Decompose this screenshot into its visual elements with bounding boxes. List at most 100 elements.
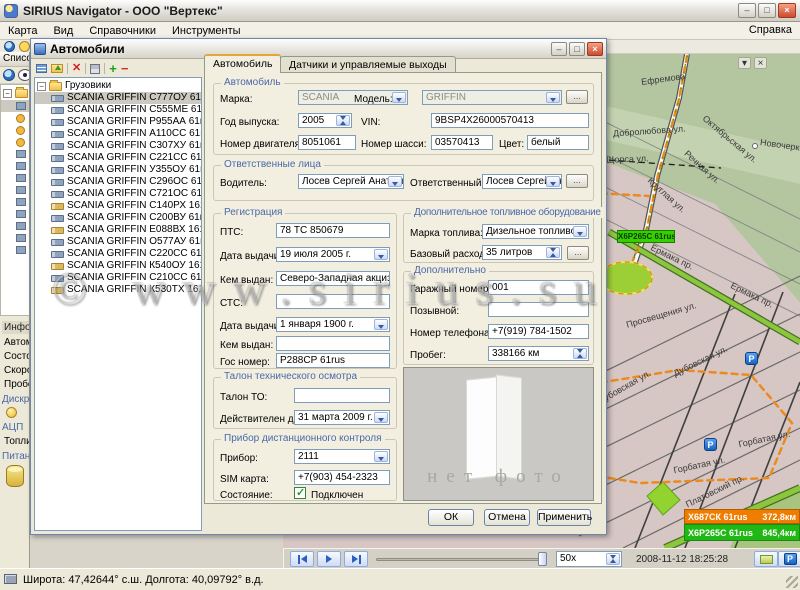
vehicle-map-label[interactable]: Х6Р265С 61rus: [617, 230, 675, 243]
menu-item-help[interactable]: Справка: [749, 24, 792, 36]
tree-item[interactable]: SCANIA GRIFFIN С200ВУ 61rus: [35, 212, 201, 224]
spinner-arrows-icon[interactable]: [606, 553, 620, 565]
tree-item[interactable]: SCANIA GRIFFIN С296ОС 61rus: [35, 176, 201, 188]
tree-item[interactable]: SCANIA GRIFFIN А110СС 61rus: [35, 128, 201, 140]
apply-button[interactable]: Применить: [537, 509, 591, 526]
close-icon[interactable]: ×: [587, 42, 603, 56]
chevron-down-icon[interactable]: [374, 451, 388, 462]
callsign-field[interactable]: [488, 302, 589, 317]
tree-item-stub[interactable]: [1, 136, 30, 148]
ok-button[interactable]: ОК: [428, 509, 474, 526]
expander-icon[interactable]: −: [37, 82, 46, 91]
menu-item[interactable]: Справочники: [81, 23, 164, 39]
valid-until-select[interactable]: 31 марта 2009 г.: [294, 410, 390, 425]
phone-field[interactable]: +7(919) 784-1502: [488, 324, 589, 339]
model-select[interactable]: GRIFFIN: [422, 90, 562, 105]
chevron-down-icon[interactable]: [546, 176, 560, 187]
tree-item[interactable]: SCANIA GRIFFIN С210СС 61rus: [35, 272, 201, 284]
spinner-arrows-icon[interactable]: [336, 115, 350, 126]
tree-item-stub[interactable]: [1, 112, 30, 124]
add-group-icon[interactable]: [51, 64, 63, 73]
chassis-field[interactable]: 03570413: [431, 135, 493, 150]
maximize-icon[interactable]: □: [758, 3, 776, 18]
tree-item-stub[interactable]: [1, 196, 30, 208]
issue-date-select[interactable]: 19 июля 2005 г.: [276, 247, 390, 262]
plate-field[interactable]: Р288СР 61rus: [276, 353, 390, 368]
chevron-down-icon[interactable]: [388, 176, 402, 187]
responsible-select[interactable]: Лосев Сергей Анатоль: [482, 174, 562, 189]
chevron-down-icon[interactable]: [374, 319, 388, 330]
fuel-brand-select[interactable]: Дизельное топливо: [482, 224, 589, 239]
device-select[interactable]: 2111: [294, 449, 390, 464]
tree-item-stub[interactable]: [1, 184, 30, 196]
tree-root-row[interactable]: − Грузовики: [35, 80, 201, 92]
tree-item-stub[interactable]: [1, 172, 30, 184]
mileage-stepper[interactable]: 338166 км: [488, 346, 589, 361]
timeline-slider[interactable]: [376, 558, 544, 561]
cancel-button[interactable]: Отмена: [484, 509, 530, 526]
tree-item[interactable]: SCANIA GRIFFIN С307ХУ 61rus: [35, 140, 201, 152]
sim-field[interactable]: +7(903) 454-2323: [294, 470, 390, 485]
map-close-button[interactable]: ×: [754, 57, 767, 69]
parking-icon[interactable]: P: [704, 438, 717, 451]
tree-item[interactable]: SCANIA GRIFFIN С721ОС 61rus: [35, 188, 201, 200]
issue-date2-select[interactable]: 1 января 1900 г.: [276, 317, 390, 332]
tree-item-stub[interactable]: [1, 220, 30, 232]
skip-end-button[interactable]: [344, 551, 368, 567]
minimize-icon[interactable]: –: [551, 42, 567, 56]
tree-item[interactable]: SCANIA GRIFFIN К540ОУ 161rus: [35, 260, 201, 272]
spinner-arrows-icon[interactable]: [573, 348, 587, 359]
chevron-down-icon[interactable]: [546, 92, 560, 103]
expander-icon[interactable]: −: [3, 89, 12, 98]
tree-item[interactable]: SCANIA GRIFFIN Е088ВХ 161rus: [35, 224, 201, 236]
menu-item[interactable]: Вид: [45, 23, 81, 39]
tree-item[interactable]: SCANIA GRIFFIN Р955АА 61rus: [35, 116, 201, 128]
driver-select[interactable]: Лосев Сергей Анатоль: [298, 174, 404, 189]
menu-item[interactable]: Карта: [0, 23, 45, 39]
tree-item-stub[interactable]: [1, 100, 30, 112]
globe-icon[interactable]: [4, 41, 15, 52]
tree-item-stub[interactable]: [1, 208, 30, 220]
sidebar-tree[interactable]: − Грузовики: [0, 84, 30, 316]
garage-field[interactable]: 001: [488, 280, 589, 295]
close-icon[interactable]: ×: [778, 3, 796, 18]
resize-grip[interactable]: [786, 576, 798, 588]
speed-stepper[interactable]: 50x: [556, 551, 622, 567]
ticket-field[interactable]: [294, 388, 390, 403]
vehicle-photo-button[interactable]: [754, 551, 778, 567]
tree-item[interactable]: SCANIA GRIFFIN К530ТХ 161rus: [35, 284, 201, 296]
chevron-down-icon[interactable]: [392, 92, 406, 103]
save-icon[interactable]: [90, 64, 100, 74]
issuer2-field[interactable]: [276, 336, 390, 351]
color-field[interactable]: белый: [527, 135, 589, 150]
sts-field[interactable]: [276, 294, 390, 309]
tree-item[interactable]: SCANIA GRIFFIN С777ОУ 61rus: [35, 92, 201, 104]
spinner-arrows-icon[interactable]: [546, 247, 560, 258]
menu-item[interactable]: Инструменты: [164, 23, 249, 39]
persons-more-button[interactable]: ...: [566, 174, 588, 188]
tree-item[interactable]: SCANIA GRIFFIN У355ОУ 61rus: [35, 164, 201, 176]
show-parkings-button[interactable]: P: [778, 551, 800, 567]
tree-item[interactable]: SCANIA GRIFFIN С555МЕ 61rus: [35, 104, 201, 116]
engine-field[interactable]: 8051061: [298, 135, 356, 150]
tab-vehicle[interactable]: Автомобиль: [204, 54, 281, 73]
add-icon[interactable]: +: [109, 63, 117, 74]
tree-item[interactable]: SCANIA GRIFFIN С140РХ 161rus: [35, 200, 201, 212]
tree-item[interactable]: SCANIA GRIFFIN О577АУ 61rus: [35, 236, 201, 248]
tree-item[interactable]: SCANIA GRIFFIN С220СС 61rus: [35, 248, 201, 260]
visibility-icon[interactable]: [18, 69, 30, 81]
tree-item-stub[interactable]: [1, 244, 30, 256]
vin-field[interactable]: 9BSP4X26000570413: [431, 113, 589, 128]
tree-item-stub[interactable]: [1, 160, 30, 172]
connected-checkbox[interactable]: [294, 487, 306, 499]
parking-icon[interactable]: P: [745, 352, 758, 365]
tree-item-stub[interactable]: [1, 124, 30, 136]
slider-thumb[interactable]: [538, 552, 547, 566]
tree-item-stub[interactable]: [1, 232, 30, 244]
list-view-icon[interactable]: [36, 64, 47, 73]
skip-start-button[interactable]: [290, 551, 314, 567]
search-icon[interactable]: [19, 41, 30, 52]
map-collapse-button[interactable]: ▾: [738, 57, 751, 69]
globe-icon[interactable]: [3, 69, 15, 81]
chevron-down-icon[interactable]: [374, 412, 388, 423]
